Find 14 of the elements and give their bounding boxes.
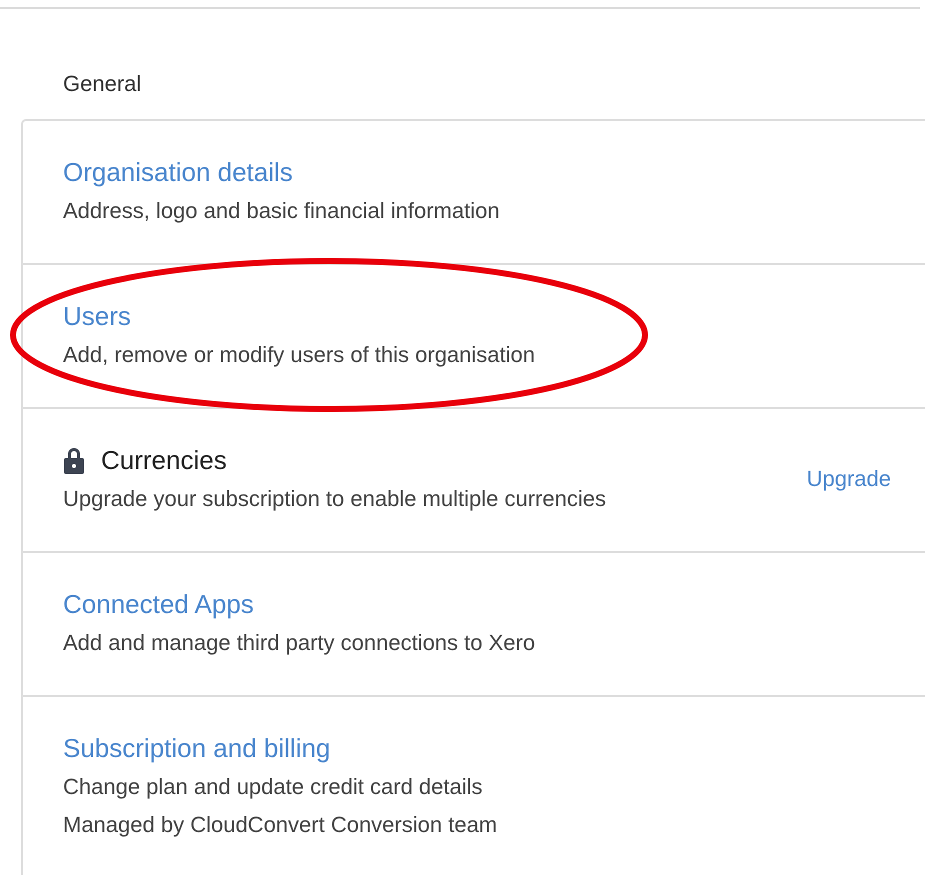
row-description: Address, logo and basic financial information [63, 197, 501, 225]
section-title: General [63, 70, 142, 98]
settings-link[interactable]: Subscription and billing [63, 728, 330, 768]
settings-link[interactable]: Users [63, 296, 131, 336]
row-description: Add, remove or modify users of this organisation [63, 341, 536, 369]
row-description: Upgrade your subscription to enable multiple currencies [63, 485, 607, 513]
row-description: Add and manage third party connections to Xero [63, 629, 536, 657]
lock-icon [63, 446, 85, 474]
upgrade-link[interactable]: Upgrade [806, 464, 891, 494]
row-description: Managed by CloudConvert Conversion team [63, 811, 498, 839]
row-description: Change plan and update credit card details [63, 773, 484, 801]
settings-link[interactable]: Organisation details [63, 152, 293, 192]
settings-link[interactable]: Connected Apps [63, 584, 254, 624]
row-title: Currencies [101, 444, 227, 477]
